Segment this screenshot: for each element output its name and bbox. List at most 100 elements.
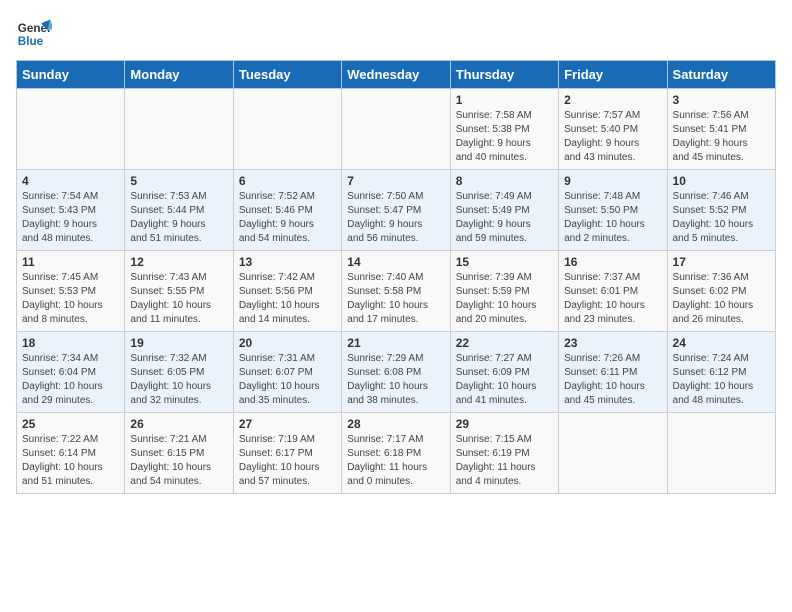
day-number: 3 — [673, 93, 770, 107]
calendar-cell: 15 Sunrise: 7:39 AM Sunset: 5:59 PM Dayli… — [450, 251, 558, 332]
calendar-cell: 6 Sunrise: 7:52 AM Sunset: 5:46 PM Daylig… — [233, 170, 341, 251]
logo-icon: General Blue — [16, 16, 52, 52]
day-number: 13 — [239, 255, 336, 269]
day-number: 11 — [22, 255, 119, 269]
day-info: Sunrise: 7:32 AM Sunset: 6:05 PM Dayligh… — [130, 352, 227, 408]
day-info: Sunrise: 7:26 AM Sunset: 6:11 PM Dayligh… — [564, 352, 661, 408]
calendar-cell: 8 Sunrise: 7:49 AM Sunset: 5:49 PM Daylig… — [450, 170, 558, 251]
day-info: Sunrise: 7:40 AM Sunset: 5:58 PM Dayligh… — [347, 271, 444, 327]
day-number: 18 — [22, 336, 119, 350]
weekday-header-tuesday: Tuesday — [233, 61, 341, 89]
calendar-cell: 28 Sunrise: 7:17 AM Sunset: 6:18 PM Dayli… — [342, 413, 450, 494]
day-number: 15 — [456, 255, 553, 269]
calendar-cell — [667, 413, 775, 494]
day-number: 24 — [673, 336, 770, 350]
calendar-cell — [342, 89, 450, 170]
day-number: 26 — [130, 417, 227, 431]
day-info: Sunrise: 7:42 AM Sunset: 5:56 PM Dayligh… — [239, 271, 336, 327]
calendar-cell: 14 Sunrise: 7:40 AM Sunset: 5:58 PM Dayli… — [342, 251, 450, 332]
day-info: Sunrise: 7:24 AM Sunset: 6:12 PM Dayligh… — [673, 352, 770, 408]
day-number: 23 — [564, 336, 661, 350]
calendar-week-row: 18 Sunrise: 7:34 AM Sunset: 6:04 PM Dayli… — [17, 332, 776, 413]
weekday-header-row: SundayMondayTuesdayWednesdayThursdayFrid… — [17, 61, 776, 89]
calendar-cell — [125, 89, 233, 170]
calendar-cell: 1 Sunrise: 7:58 AM Sunset: 5:38 PM Daylig… — [450, 89, 558, 170]
calendar-cell — [559, 413, 667, 494]
day-number: 21 — [347, 336, 444, 350]
weekday-header-monday: Monday — [125, 61, 233, 89]
day-info: Sunrise: 7:15 AM Sunset: 6:19 PM Dayligh… — [456, 433, 553, 489]
day-number: 22 — [456, 336, 553, 350]
header: General Blue — [16, 16, 776, 52]
calendar-cell: 10 Sunrise: 7:46 AM Sunset: 5:52 PM Dayli… — [667, 170, 775, 251]
day-number: 5 — [130, 174, 227, 188]
calendar-cell: 29 Sunrise: 7:15 AM Sunset: 6:19 PM Dayli… — [450, 413, 558, 494]
calendar-cell: 3Sunrise: 7:56 AM Sunset: 5:41 PM Daylig… — [667, 89, 775, 170]
day-info: Sunrise: 7:50 AM Sunset: 5:47 PM Dayligh… — [347, 190, 444, 246]
svg-text:Blue: Blue — [18, 35, 44, 48]
day-info: Sunrise: 7:52 AM Sunset: 5:46 PM Dayligh… — [239, 190, 336, 246]
weekday-header-wednesday: Wednesday — [342, 61, 450, 89]
day-info: Sunrise: 7:39 AM Sunset: 5:59 PM Dayligh… — [456, 271, 553, 327]
calendar-cell: 25Sunrise: 7:22 AM Sunset: 6:14 PM Dayli… — [17, 413, 125, 494]
calendar-cell — [233, 89, 341, 170]
day-info: Sunrise: 7:27 AM Sunset: 6:09 PM Dayligh… — [456, 352, 553, 408]
calendar-week-row: 4Sunrise: 7:54 AM Sunset: 5:43 PM Daylig… — [17, 170, 776, 251]
calendar-cell: 18 Sunrise: 7:34 AM Sunset: 6:04 PM Dayli… — [17, 332, 125, 413]
day-number: 10 — [673, 174, 770, 188]
calendar-cell: 27 Sunrise: 7:19 AM Sunset: 6:17 PM Dayli… — [233, 413, 341, 494]
calendar-week-row: 1 Sunrise: 7:58 AM Sunset: 5:38 PM Daylig… — [17, 89, 776, 170]
day-number: 25 — [22, 417, 119, 431]
day-number: 8 — [456, 174, 553, 188]
calendar-cell: 16Sunrise: 7:37 AM Sunset: 6:01 PM Dayli… — [559, 251, 667, 332]
day-info: Sunrise: 7:17 AM Sunset: 6:18 PM Dayligh… — [347, 433, 444, 489]
day-info: Sunrise: 7:36 AM Sunset: 6:02 PM Dayligh… — [673, 271, 770, 327]
weekday-header-friday: Friday — [559, 61, 667, 89]
day-info: Sunrise: 7:19 AM Sunset: 6:17 PM Dayligh… — [239, 433, 336, 489]
day-info: Sunrise: 7:31 AM Sunset: 6:07 PM Dayligh… — [239, 352, 336, 408]
day-number: 2 — [564, 93, 661, 107]
calendar-cell: 11 Sunrise: 7:45 AM Sunset: 5:53 PM Dayli… — [17, 251, 125, 332]
day-number: 1 — [456, 93, 553, 107]
day-info: Sunrise: 7:58 AM Sunset: 5:38 PM Dayligh… — [456, 109, 553, 165]
day-number: 12 — [130, 255, 227, 269]
calendar-cell: 23 Sunrise: 7:26 AM Sunset: 6:11 PM Dayli… — [559, 332, 667, 413]
calendar-cell: 2 Sunrise: 7:57 AM Sunset: 5:40 PM Daylig… — [559, 89, 667, 170]
calendar-week-row: 25Sunrise: 7:22 AM Sunset: 6:14 PM Dayli… — [17, 413, 776, 494]
day-number: 28 — [347, 417, 444, 431]
calendar-cell: 12 Sunrise: 7:43 AM Sunset: 5:55 PM Dayli… — [125, 251, 233, 332]
day-info: Sunrise: 7:43 AM Sunset: 5:55 PM Dayligh… — [130, 271, 227, 327]
calendar-cell: 19 Sunrise: 7:32 AM Sunset: 6:05 PM Dayli… — [125, 332, 233, 413]
day-number: 20 — [239, 336, 336, 350]
calendar-cell: 13 Sunrise: 7:42 AM Sunset: 5:56 PM Dayli… — [233, 251, 341, 332]
calendar-week-row: 11 Sunrise: 7:45 AM Sunset: 5:53 PM Dayli… — [17, 251, 776, 332]
day-info: Sunrise: 7:49 AM Sunset: 5:49 PM Dayligh… — [456, 190, 553, 246]
day-number: 6 — [239, 174, 336, 188]
calendar-table: SundayMondayTuesdayWednesdayThursdayFrid… — [16, 60, 776, 494]
day-info: Sunrise: 7:45 AM Sunset: 5:53 PM Dayligh… — [22, 271, 119, 327]
calendar-cell: 21Sunrise: 7:29 AM Sunset: 6:08 PM Dayli… — [342, 332, 450, 413]
day-info: Sunrise: 7:34 AM Sunset: 6:04 PM Dayligh… — [22, 352, 119, 408]
calendar-cell: 7 Sunrise: 7:50 AM Sunset: 5:47 PM Daylig… — [342, 170, 450, 251]
calendar-body: 1 Sunrise: 7:58 AM Sunset: 5:38 PM Daylig… — [17, 89, 776, 494]
day-info: Sunrise: 7:57 AM Sunset: 5:40 PM Dayligh… — [564, 109, 661, 165]
calendar-cell: 22 Sunrise: 7:27 AM Sunset: 6:09 PM Dayli… — [450, 332, 558, 413]
day-number: 9 — [564, 174, 661, 188]
day-info: Sunrise: 7:48 AM Sunset: 5:50 PM Dayligh… — [564, 190, 661, 246]
day-info: Sunrise: 7:46 AM Sunset: 5:52 PM Dayligh… — [673, 190, 770, 246]
day-number: 16 — [564, 255, 661, 269]
logo: General Blue — [16, 16, 52, 52]
weekday-header-thursday: Thursday — [450, 61, 558, 89]
day-number: 19 — [130, 336, 227, 350]
day-number: 14 — [347, 255, 444, 269]
weekday-header-saturday: Saturday — [667, 61, 775, 89]
day-number: 27 — [239, 417, 336, 431]
day-info: Sunrise: 7:54 AM Sunset: 5:43 PM Dayligh… — [22, 190, 119, 246]
day-number: 7 — [347, 174, 444, 188]
calendar-cell: 24 Sunrise: 7:24 AM Sunset: 6:12 PM Dayli… — [667, 332, 775, 413]
calendar-cell: 17 Sunrise: 7:36 AM Sunset: 6:02 PM Dayli… — [667, 251, 775, 332]
day-number: 29 — [456, 417, 553, 431]
day-number: 17 — [673, 255, 770, 269]
day-info: Sunrise: 7:53 AM Sunset: 5:44 PM Dayligh… — [130, 190, 227, 246]
calendar-cell: 20 Sunrise: 7:31 AM Sunset: 6:07 PM Dayli… — [233, 332, 341, 413]
